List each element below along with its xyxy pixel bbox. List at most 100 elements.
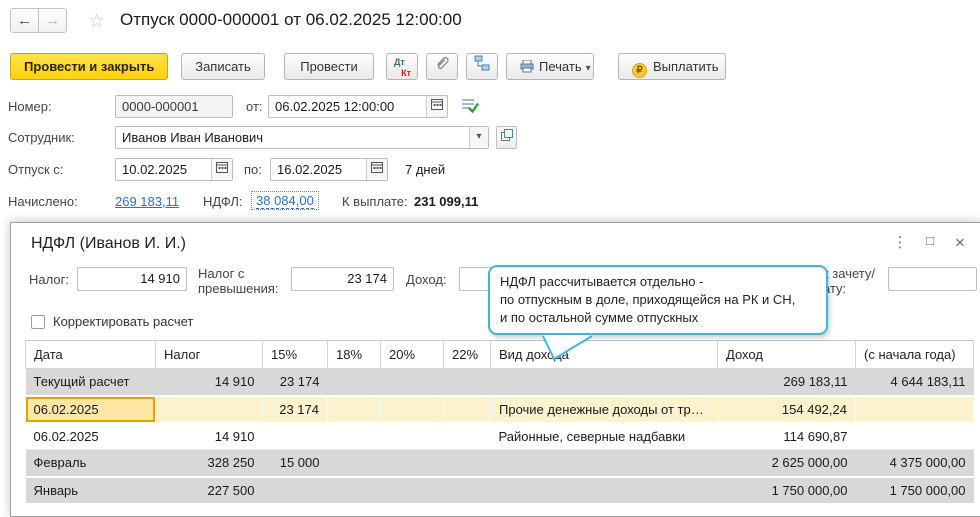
table-cell[interactable] [262, 476, 328, 505]
ndfl-tooltip: НДФЛ рассчитывается отдельно - по отпуск… [488, 265, 828, 361]
table-cell[interactable]: 4 375 000,00 [855, 449, 974, 478]
column-header-1[interactable]: Налог [155, 340, 263, 369]
table-cell[interactable]: 1 750 000,00 [855, 476, 974, 505]
table-cell[interactable] [327, 476, 381, 505]
table-cell[interactable]: 114 690,87 [717, 422, 856, 450]
table-cell[interactable]: 154 492,24 [717, 395, 856, 424]
column-header-8[interactable]: (с начала года) [855, 340, 974, 369]
adjust-calculation-checkbox[interactable]: Корректировать расчет [31, 313, 193, 331]
table-cell[interactable]: 4 644 183,11 [855, 368, 974, 397]
print-button[interactable]: Печать ▾ [506, 53, 594, 80]
table-row[interactable]: Январь 227 500 1 750 000,00 1 750 000,00 [25, 476, 974, 505]
table-cell[interactable]: 328 250 [155, 449, 263, 478]
back-arrow-icon[interactable]: ← [10, 8, 39, 33]
table-cell[interactable]: 06.02.2025 [25, 422, 156, 450]
table-row[interactable]: Февраль 328 250 15 000 2 625 000,00 4 375 00… [25, 449, 974, 478]
window-menu-icon[interactable]: ⋮ [889, 233, 911, 251]
calendar-icon[interactable] [366, 159, 387, 180]
close-icon[interactable]: × [949, 233, 971, 253]
column-header-6[interactable]: Вид дохода [490, 340, 718, 369]
offset-tax-label: к зачету/ ату: [823, 266, 875, 296]
page-title: Отпуск 0000-000001 от 06.02.2025 12:00:0… [120, 10, 462, 29]
table-cell[interactable]: Прочие денежные доходы от тр… [490, 395, 718, 424]
table-cell[interactable]: 14 910 [155, 422, 263, 450]
table-cell[interactable] [327, 395, 381, 424]
table-cell[interactable] [443, 476, 491, 505]
table-cell[interactable]: Районные, северные надбавки [490, 422, 718, 450]
vacation-from-input[interactable]: 10.02.2025 [115, 158, 233, 181]
vacation-to-value: 16.02.2025 [277, 162, 343, 177]
table-cell[interactable]: 269 183,11 [717, 368, 856, 397]
table-cell[interactable] [380, 476, 444, 505]
column-header-0[interactable]: Дата [25, 340, 156, 369]
accrued-label: Начислено: [8, 194, 78, 209]
post-and-close-button[interactable]: Провести и закрыть [10, 53, 169, 80]
table-cell[interactable]: Январь [25, 476, 156, 505]
table-cell[interactable] [262, 422, 328, 450]
table-cell[interactable]: 06.02.2025 [25, 395, 156, 424]
debit-credit-button[interactable]: Дт Кт [386, 53, 418, 80]
maximize-icon[interactable]: □ [919, 233, 941, 248]
datetime-input[interactable]: 06.02.2025 12:00:00 [268, 95, 448, 118]
table-cell[interactable] [380, 449, 444, 478]
pay-button[interactable]: ₽ Выплатить [618, 53, 726, 80]
table-cell[interactable] [443, 422, 491, 450]
table-row[interactable]: Текущий расчет 14 910 23 174 269 183,11 4 64… [25, 368, 974, 397]
table-cell[interactable] [380, 368, 444, 397]
table-cell[interactable]: 2 625 000,00 [717, 449, 856, 478]
table-cell[interactable]: Февраль [25, 449, 156, 478]
post-button[interactable]: Провести [284, 53, 374, 80]
table-cell[interactable] [490, 368, 718, 397]
column-header-2[interactable]: 15% [262, 340, 328, 369]
forward-arrow-icon[interactable]: → [38, 8, 67, 33]
favorite-star-icon[interactable]: ☆ [88, 10, 105, 33]
column-header-4[interactable]: 20% [380, 340, 444, 369]
excess-tax-input[interactable]: 23 174 [291, 267, 394, 291]
table-cell[interactable] [327, 449, 381, 478]
table-cell[interactable] [855, 422, 974, 450]
accrued-amount-link[interactable]: 269 183,11 [115, 194, 179, 209]
table-cell[interactable]: 23 174 [262, 368, 328, 397]
table-cell[interactable] [490, 476, 718, 505]
calendar-icon[interactable] [426, 96, 447, 117]
table-cell[interactable] [855, 395, 974, 424]
pay-label: Выплатить [653, 59, 719, 74]
related-documents-button[interactable] [466, 53, 498, 80]
attachments-button[interactable] [426, 53, 458, 80]
offset-tax-input[interactable] [888, 267, 977, 291]
table-cell[interactable] [443, 368, 491, 397]
table-cell[interactable]: 1 750 000,00 [717, 476, 856, 505]
vacation-to-input[interactable]: 16.02.2025 [270, 158, 388, 181]
chevron-down-icon[interactable]: ▾ [469, 127, 488, 148]
table-cell[interactable]: 14 910 [155, 368, 263, 397]
table-cell[interactable] [327, 422, 381, 450]
tax-input[interactable]: 14 910 [77, 267, 187, 291]
table-cell[interactable] [490, 449, 718, 478]
calendar-icon[interactable] [211, 159, 232, 180]
posted-status-icon [461, 97, 479, 119]
table-cell[interactable]: 227 500 [155, 476, 263, 505]
column-header-3[interactable]: 18% [327, 340, 381, 369]
table-cell[interactable]: 23 174 [262, 395, 328, 424]
ndfl-amount-link[interactable]: 38 084,00 [251, 191, 319, 210]
app-window: ← → ☆ Отпуск 0000-000001 от 06.02.2025 1… [0, 0, 980, 517]
column-header-7[interactable]: Доход [717, 340, 856, 369]
employee-input[interactable]: Иванов Иван Иванович ▾ [115, 126, 489, 149]
chevron-down-icon: ▾ [585, 63, 591, 74]
table-cell[interactable] [155, 395, 263, 424]
table-cell[interactable] [443, 449, 491, 478]
table-row[interactable]: 06.02.2025 14 910 Районные, северные надба… [25, 422, 974, 450]
table-cell[interactable] [327, 368, 381, 397]
open-employee-button[interactable] [496, 126, 517, 149]
table-cell[interactable] [380, 395, 444, 424]
table-cell[interactable]: 15 000 [262, 449, 328, 478]
save-button[interactable]: Записать [181, 53, 265, 80]
table-cell[interactable] [443, 395, 491, 424]
table-row[interactable]: 06.02.2025 23 174 Прочие денежные доходы о… [25, 395, 974, 424]
number-label: Номер: [8, 99, 52, 114]
number-input[interactable]: 0000-000001 [115, 95, 233, 118]
printer-icon [520, 59, 534, 73]
table-cell[interactable]: Текущий расчет [25, 368, 156, 397]
table-cell[interactable] [380, 422, 444, 450]
column-header-5[interactable]: 22% [443, 340, 491, 369]
